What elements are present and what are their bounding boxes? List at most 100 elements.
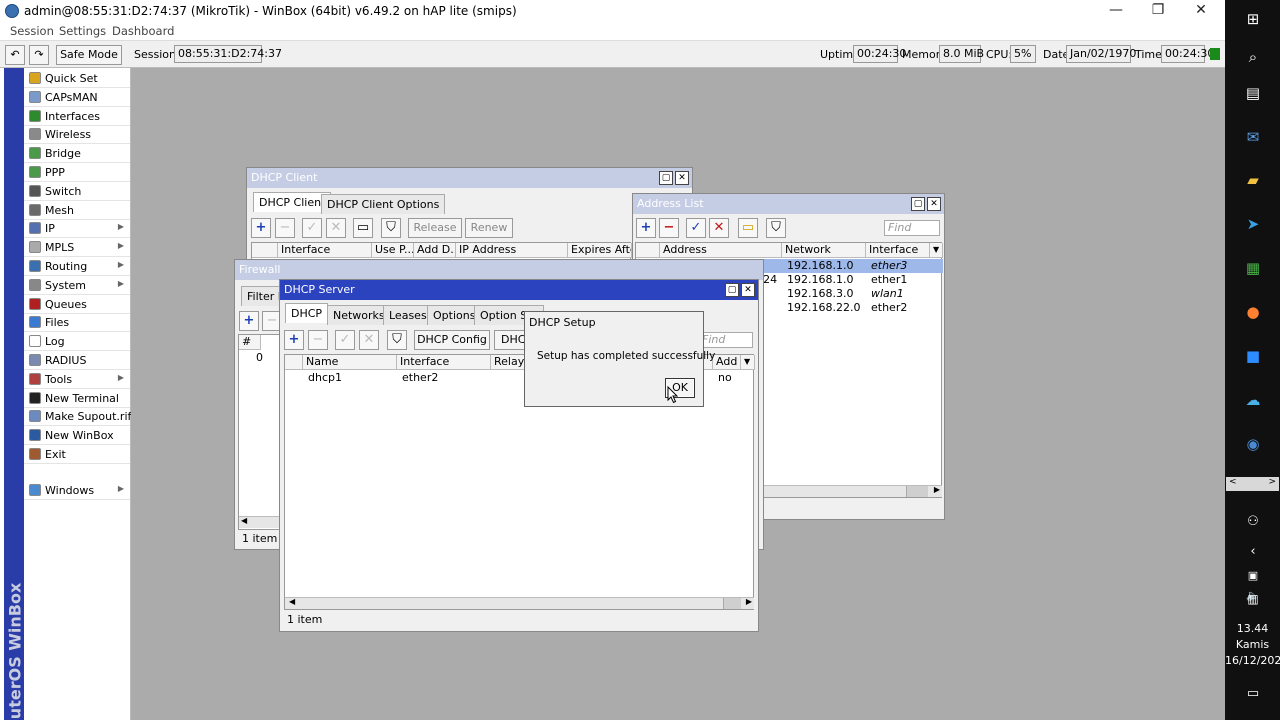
firefox-icon[interactable]: ●	[1242, 302, 1264, 322]
comment-icon[interactable]: ▭	[353, 218, 373, 238]
horizontal-scrollbar[interactable]: ◀	[239, 516, 283, 528]
menu-session[interactable]: Session	[10, 24, 54, 38]
add-icon[interactable]: +	[251, 218, 271, 238]
file-explorer-icon[interactable]: ▰	[1242, 170, 1264, 190]
clock-day[interactable]: Kamis	[1225, 638, 1280, 651]
sidebar-item-new-terminal[interactable]: New Terminal	[24, 389, 130, 408]
find-input[interactable]: Find	[884, 220, 940, 236]
close-icon[interactable]: ✕	[741, 283, 755, 297]
column-name[interactable]: Name	[303, 355, 397, 370]
column-interface[interactable]: Interface	[278, 243, 372, 258]
horizontal-scrollbar[interactable]: ▶	[758, 485, 942, 497]
column-add-default[interactable]: Add D...	[414, 243, 456, 258]
sidebar-item-routing[interactable]: Routing ▶	[24, 257, 130, 276]
filter-icon[interactable]: ⛉	[381, 218, 401, 238]
sidebar-item-files[interactable]: Files	[24, 313, 130, 333]
column-interface[interactable]: Interface	[397, 355, 491, 370]
column-menu-icon[interactable]: ▼	[930, 243, 943, 258]
column-number[interactable]: #	[239, 335, 261, 350]
column-relay[interactable]: Relay	[491, 355, 527, 370]
enable-icon[interactable]: ✓	[335, 330, 355, 350]
close-icon[interactable]: ✕	[675, 171, 689, 185]
sidebar-item-mesh[interactable]: Mesh	[24, 201, 130, 220]
maximize-icon[interactable]: ▢	[725, 283, 739, 297]
close-button[interactable]: ✕	[1178, 0, 1224, 22]
windows-start-icon[interactable]: ⊞	[1242, 9, 1264, 29]
sidebar-item-wireless[interactable]: Wireless	[24, 125, 130, 145]
filter-icon[interactable]: ⛉	[387, 330, 407, 350]
zoom-icon[interactable]: ■	[1242, 346, 1264, 366]
scroll-thumb[interactable]	[723, 598, 741, 609]
sidebar-item-quick-set[interactable]: Quick Set	[24, 69, 130, 88]
safe-mode-button[interactable]: Safe Mode	[56, 45, 122, 65]
sidebar-item-capsman[interactable]: CAPsMAN	[24, 88, 130, 107]
remove-icon[interactable]: −	[275, 218, 295, 238]
scroll-right-arrow-icon[interactable]: ▶	[746, 597, 752, 606]
people-icon[interactable]: ⚇	[1242, 512, 1264, 532]
winbox-taskbar-icon[interactable]: ◉	[1242, 434, 1264, 454]
scroll-left-arrow-icon[interactable]: ◀	[241, 516, 247, 525]
clock-date[interactable]: 16/12/2021	[1225, 654, 1280, 667]
tab-networks[interactable]: Networks	[327, 305, 391, 325]
remove-icon[interactable]: −	[308, 330, 328, 350]
dhcp-setup-button[interactable]: DHC	[494, 330, 528, 350]
column-address[interactable]: Address	[660, 243, 782, 258]
column-network[interactable]: Network	[782, 243, 866, 258]
sidebar-item-radius[interactable]: RADIUS	[24, 351, 130, 370]
taskbar-scrollbar[interactable]: < >	[1226, 477, 1279, 491]
network-icon[interactable]: ▥	[1242, 589, 1264, 609]
column-ip-address[interactable]: IP Address	[456, 243, 568, 258]
column-interface[interactable]: Interface	[866, 243, 930, 258]
disable-icon[interactable]: ✕	[709, 218, 729, 238]
maximize-icon[interactable]: ▢	[911, 197, 925, 211]
maximize-icon[interactable]: ▢	[659, 171, 673, 185]
notifications-icon[interactable]: ▭	[1242, 684, 1264, 704]
filter-icon[interactable]: ⛉	[766, 218, 786, 238]
scroll-left-arrow-icon[interactable]: ◀	[289, 597, 295, 606]
release-button[interactable]: Release	[408, 218, 462, 238]
sidebar-item-switch[interactable]: Switch	[24, 182, 130, 201]
sidebar-item-tools[interactable]: Tools ▶	[24, 370, 130, 389]
add-icon[interactable]: +	[239, 311, 259, 331]
remove-icon[interactable]: −	[659, 218, 679, 238]
cloud-app-icon[interactable]: ☁	[1242, 390, 1264, 410]
column-add-arp[interactable]: Add	[713, 355, 741, 370]
sidebar-item-mpls[interactable]: MPLS ▶	[24, 238, 130, 258]
renew-button[interactable]: Renew	[465, 218, 513, 238]
dhcp-client-titlebar[interactable]: DHCP Client	[247, 168, 692, 188]
dhcp-config-button[interactable]: DHCP Config	[414, 330, 490, 350]
sidebar-item-exit[interactable]: Exit	[24, 445, 130, 464]
enable-icon[interactable]: ✓	[686, 218, 706, 238]
column-menu-icon[interactable]: ▼	[741, 355, 755, 370]
spreadsheet-icon[interactable]: ▦	[1242, 258, 1264, 278]
sidebar-item-new-winbox[interactable]: New WinBox	[24, 426, 130, 446]
disable-icon[interactable]: ✕	[359, 330, 379, 350]
dhcp-server-titlebar[interactable]: DHCP Server	[280, 280, 758, 300]
search-icon[interactable]: ⌕	[1242, 47, 1264, 67]
add-icon[interactable]: +	[284, 330, 304, 350]
battery-volume-icon[interactable]: ▣ 🔈	[1242, 566, 1264, 602]
clock-time[interactable]: 13.44	[1225, 622, 1280, 635]
sidebar-item-windows[interactable]: Windows ▶	[24, 481, 130, 500]
outlook-icon[interactable]: ✉	[1242, 127, 1264, 147]
find-input[interactable]: Find	[698, 332, 753, 348]
minimize-button[interactable]: —	[1093, 0, 1139, 22]
telegram-icon[interactable]: ➤	[1242, 214, 1264, 234]
comment-icon[interactable]: ▭	[738, 218, 758, 238]
sidebar-item-interfaces[interactable]: Interfaces	[24, 107, 130, 126]
tab-leases[interactable]: Leases	[383, 305, 433, 325]
menu-settings[interactable]: Settings	[59, 24, 106, 38]
column-expires-after[interactable]: Expires After	[568, 243, 632, 258]
enable-icon[interactable]: ✓	[302, 218, 322, 238]
menu-dashboard[interactable]: Dashboard	[112, 24, 174, 38]
redo-icon[interactable]: ↷	[29, 45, 49, 65]
disable-icon[interactable]: ✕	[326, 218, 346, 238]
rule-number[interactable]: 0	[253, 351, 263, 365]
add-icon[interactable]: +	[636, 218, 656, 238]
scroll-right-arrow-icon[interactable]: ▶	[934, 485, 940, 494]
scroll-right-arrow-icon[interactable]: >	[1268, 477, 1276, 487]
firewall-titlebar[interactable]: Firewall	[235, 260, 763, 280]
sidebar-item-ip[interactable]: IP ▶	[24, 219, 130, 239]
horizontal-scrollbar[interactable]: ◀ ▶	[285, 597, 754, 609]
tab-dhcp-client-options[interactable]: DHCP Client Options	[321, 194, 446, 214]
